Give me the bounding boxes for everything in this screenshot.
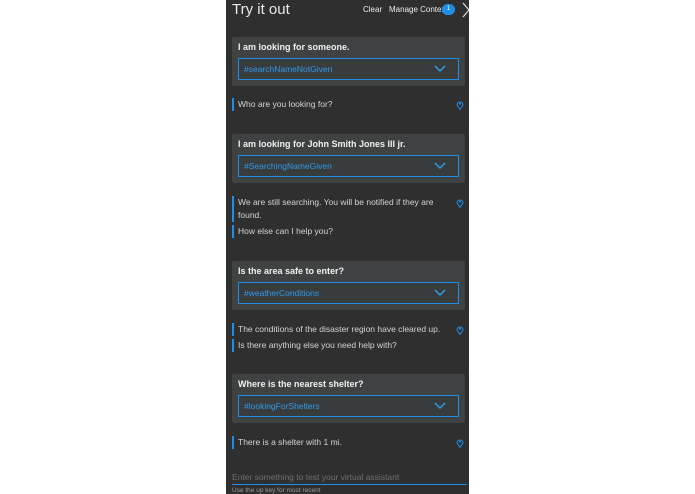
user-message-text: I am looking for someone. bbox=[238, 42, 350, 52]
try-it-out-panel: Try it out Clear Manage Context 1 I am l… bbox=[226, 0, 469, 494]
user-message-card: I am looking for John Smith Jones III jr… bbox=[232, 134, 465, 183]
context-count-badge: 1 bbox=[442, 4, 455, 15]
panel-header: Try it out Clear Manage Context 1 bbox=[226, 0, 469, 22]
user-message-text: Is the area safe to enter? bbox=[238, 266, 345, 276]
user-message-text: I am looking for John Smith Jones III jr… bbox=[238, 139, 406, 149]
test-input-area: Use the up key for most recent bbox=[226, 468, 469, 494]
assistant-response: We are still searching. You will be noti… bbox=[232, 196, 447, 222]
intent-dropdown[interactable]: #searchNameNotGiven bbox=[238, 58, 459, 80]
close-panel-icon[interactable] bbox=[462, 2, 469, 18]
test-assistant-input[interactable] bbox=[232, 470, 467, 485]
user-message-text: Where is the nearest shelter? bbox=[238, 379, 364, 389]
intent-value: #searchNameNotGiven bbox=[244, 64, 333, 74]
manage-context-button[interactable]: Manage Context bbox=[389, 5, 448, 14]
chevron-down-icon bbox=[434, 162, 446, 170]
assistant-response: Who are you looking for? bbox=[232, 98, 452, 111]
intent-value: #lookingForShelters bbox=[244, 401, 320, 411]
assistant-response: Is there anything else you need help wit… bbox=[232, 339, 452, 352]
location-pin-icon[interactable] bbox=[456, 438, 464, 448]
chevron-down-icon bbox=[434, 402, 446, 410]
input-hint: Use the up key for most recent bbox=[232, 487, 321, 494]
assistant-response: The conditions of the disaster region ha… bbox=[232, 323, 452, 336]
user-message-card: Is the area safe to enter? #weatherCondi… bbox=[232, 261, 465, 310]
location-pin-icon[interactable] bbox=[456, 325, 464, 335]
location-pin-icon[interactable] bbox=[456, 100, 464, 110]
intent-value: #weatherConditions bbox=[244, 288, 320, 298]
intent-dropdown[interactable]: #lookingForShelters bbox=[238, 395, 459, 417]
clear-button[interactable]: Clear bbox=[363, 5, 382, 14]
chevron-down-icon bbox=[434, 65, 446, 73]
location-pin-icon[interactable] bbox=[456, 198, 464, 208]
intent-value: #SearchingNameGiven bbox=[244, 161, 332, 171]
chevron-down-icon bbox=[434, 289, 446, 297]
intent-dropdown[interactable]: #SearchingNameGiven bbox=[238, 155, 459, 177]
assistant-response: How else can I help you? bbox=[232, 225, 452, 238]
intent-dropdown[interactable]: #weatherConditions bbox=[238, 282, 459, 304]
panel-title: Try it out bbox=[232, 1, 290, 18]
user-message-card: I am looking for someone. #searchNameNot… bbox=[232, 37, 465, 86]
user-message-card: Where is the nearest shelter? #lookingFo… bbox=[232, 374, 465, 423]
assistant-response: There is a shelter with 1 mi. bbox=[232, 436, 452, 449]
